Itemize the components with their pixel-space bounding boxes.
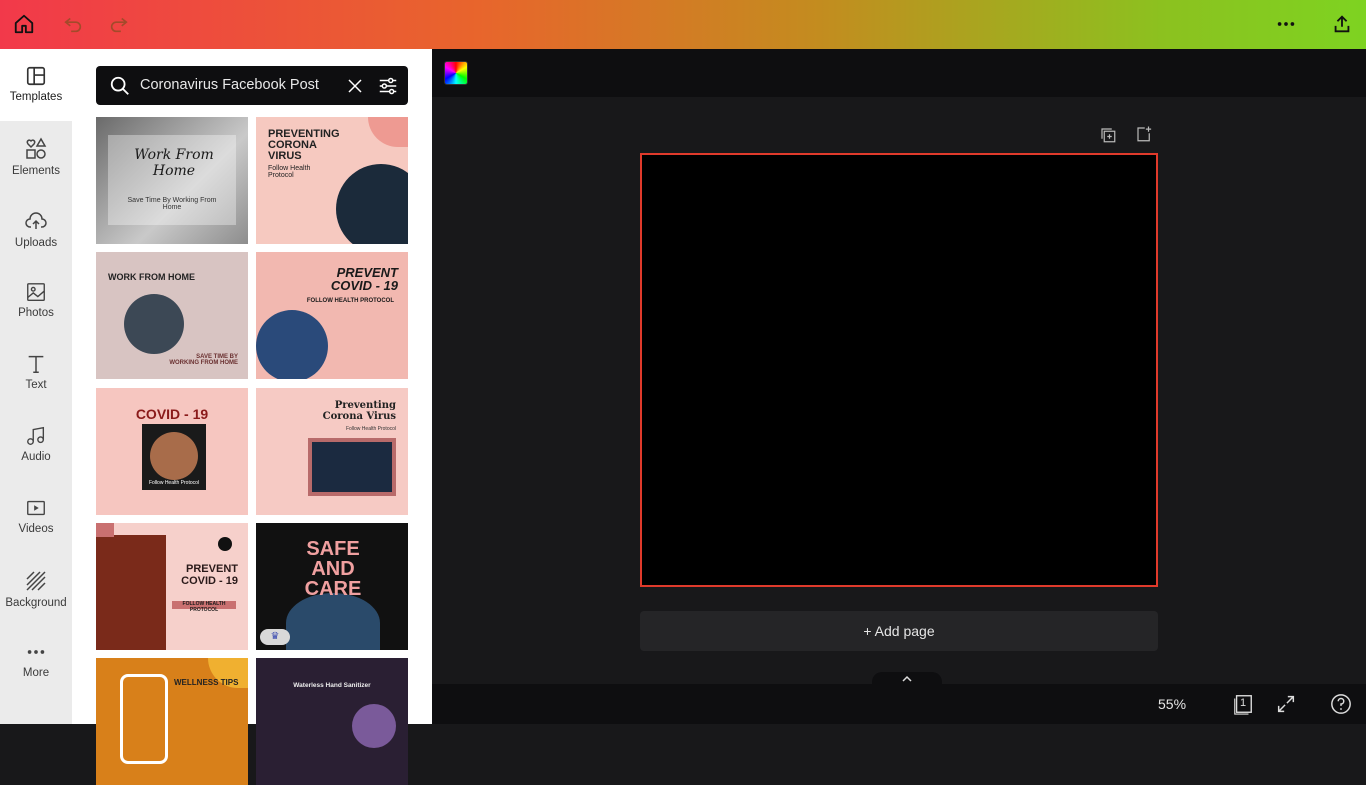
add-page-button[interactable]: + Add page [640, 611, 1158, 651]
templates-panel: Coronavirus Facebook Post Work From Home… [72, 49, 432, 785]
sidebar-item-audio[interactable]: Audio [0, 419, 72, 483]
premium-crown-icon: ♛ [260, 629, 290, 645]
template-thumbnail[interactable]: COVID - 19 Follow Health Protocol [96, 388, 248, 515]
share-upload-icon [1334, 15, 1350, 33]
template-title: PREVENT COVID - 19 [330, 265, 398, 293]
more-horizontal-icon [1277, 22, 1295, 26]
sidebar-item-label: More [22, 667, 50, 679]
share-button[interactable] [1325, 8, 1359, 40]
sidebar-item-label: Audio [21, 451, 51, 463]
filter-sliders-icon[interactable] [377, 75, 399, 97]
canvas-area: + Add page [432, 49, 1366, 684]
redo-icon [110, 17, 128, 33]
page-count: 1 [1240, 697, 1247, 709]
clear-search-icon[interactable] [346, 77, 364, 95]
sidebar-item-text[interactable]: Text [0, 347, 72, 411]
sidebar: Templates Elements Uploads Photos Text A… [0, 49, 72, 724]
template-subtitle: FOLLOW HEALTH PROTOCOL [306, 298, 394, 304]
background-icon [26, 571, 46, 591]
template-subtitle: Follow Health Protocol [148, 480, 200, 486]
undo-icon [64, 17, 82, 33]
add-page-icon[interactable] [1135, 125, 1153, 143]
template-title: PREVENT COVID - 19 [181, 563, 238, 587]
templates-icon [26, 66, 46, 86]
elements-icon [26, 137, 47, 159]
template-title: COVID - 19 [135, 406, 209, 422]
help-icon[interactable] [1330, 693, 1352, 715]
sidebar-item-elements[interactable]: Elements [0, 131, 72, 195]
search-input[interactable]: Coronavirus Facebook Post [140, 77, 319, 93]
sidebar-item-label: Templates [9, 91, 63, 103]
redo-button[interactable] [102, 8, 136, 40]
template-title: WORK FROM HOME [108, 272, 195, 282]
audio-icon [27, 426, 45, 445]
template-thumbnail[interactable]: SAFE AND CARE ♛ [256, 523, 408, 650]
template-thumbnail[interactable]: PREVENT COVID - 19 FOLLOW HEALTH PROTOCO… [256, 252, 408, 379]
template-subtitle: Follow Health Protocol [345, 426, 396, 432]
template-subtitle: FOLLOW HEALTH PROTOCOL [172, 601, 236, 613]
template-thumbnail[interactable]: Work From Home Save Time By Working From… [96, 117, 248, 244]
search-bar[interactable]: Coronavirus Facebook Post [96, 66, 408, 105]
template-title: Preventing Corona Virus [322, 400, 396, 422]
template-title: PREVENTING CORONA VIRUS [268, 128, 340, 162]
text-icon [28, 355, 44, 373]
sidebar-item-templates[interactable]: Templates [0, 59, 72, 123]
more-icon [27, 650, 45, 654]
sidebar-item-label: Uploads [14, 237, 58, 249]
sidebar-item-label: Background [5, 597, 67, 609]
template-thumbnail[interactable]: Waterless Hand Sanitizer [256, 658, 408, 785]
sidebar-item-label: Photos [18, 307, 54, 319]
chevron-up-icon [902, 675, 912, 682]
sidebar-item-photos[interactable]: Photos [0, 275, 72, 339]
template-thumbnail[interactable]: PREVENTING CORONA VIRUS Follow Health Pr… [256, 117, 408, 244]
template-subtitle: Save Time By Working From Home [127, 197, 217, 211]
sidebar-item-background[interactable]: Background [0, 563, 72, 627]
page-count-button[interactable]: 1 [1232, 693, 1254, 715]
template-subtitle: SAVE TIME BY WORKING FROM HOME [169, 354, 238, 366]
template-subtitle: Follow Health Protocol [268, 165, 311, 179]
more-menu-button[interactable] [1269, 8, 1303, 40]
template-thumbnail[interactable]: WELLNESS TIPS [96, 658, 248, 785]
sidebar-item-uploads[interactable]: Uploads [0, 203, 72, 267]
sidebar-item-label: Elements [12, 165, 60, 177]
template-thumbnail[interactable]: PREVENT COVID - 19 FOLLOW HEALTH PROTOCO… [96, 523, 248, 650]
template-title: Waterless Hand Sanitizer [293, 682, 371, 689]
videos-icon [27, 500, 45, 516]
sidebar-item-label: Videos [18, 523, 54, 535]
sidebar-item-more[interactable]: More [0, 635, 72, 699]
search-icon [110, 76, 129, 95]
upload-cloud-icon [25, 212, 47, 229]
sidebar-item-videos[interactable]: Videos [0, 491, 72, 555]
home-icon [14, 14, 34, 34]
sidebar-item-label: Text [25, 379, 47, 391]
template-title: WELLNESS TIPS [174, 678, 239, 687]
top-bar [0, 0, 1366, 49]
design-page[interactable] [640, 153, 1158, 587]
fullscreen-icon[interactable] [1275, 693, 1297, 715]
template-thumbnail[interactable]: WORK FROM HOME SAVE TIME BY WORKING FROM… [96, 252, 248, 379]
home-button[interactable] [7, 8, 41, 40]
show-pages-button[interactable] [872, 672, 942, 686]
photos-icon [27, 283, 45, 301]
canvas-toolbar [432, 49, 1366, 97]
undo-button[interactable] [56, 8, 90, 40]
background-color-picker[interactable] [444, 61, 468, 85]
duplicate-page-icon[interactable] [1099, 126, 1117, 144]
template-title: SAFE AND CARE [304, 538, 362, 600]
template-title: Work From Home [134, 147, 214, 179]
zoom-level[interactable]: 55% [1158, 696, 1186, 712]
bottom-bar: 55% 1 [432, 672, 1366, 724]
template-thumbnail[interactable]: Preventing Corona Virus Follow Health Pr… [256, 388, 408, 515]
